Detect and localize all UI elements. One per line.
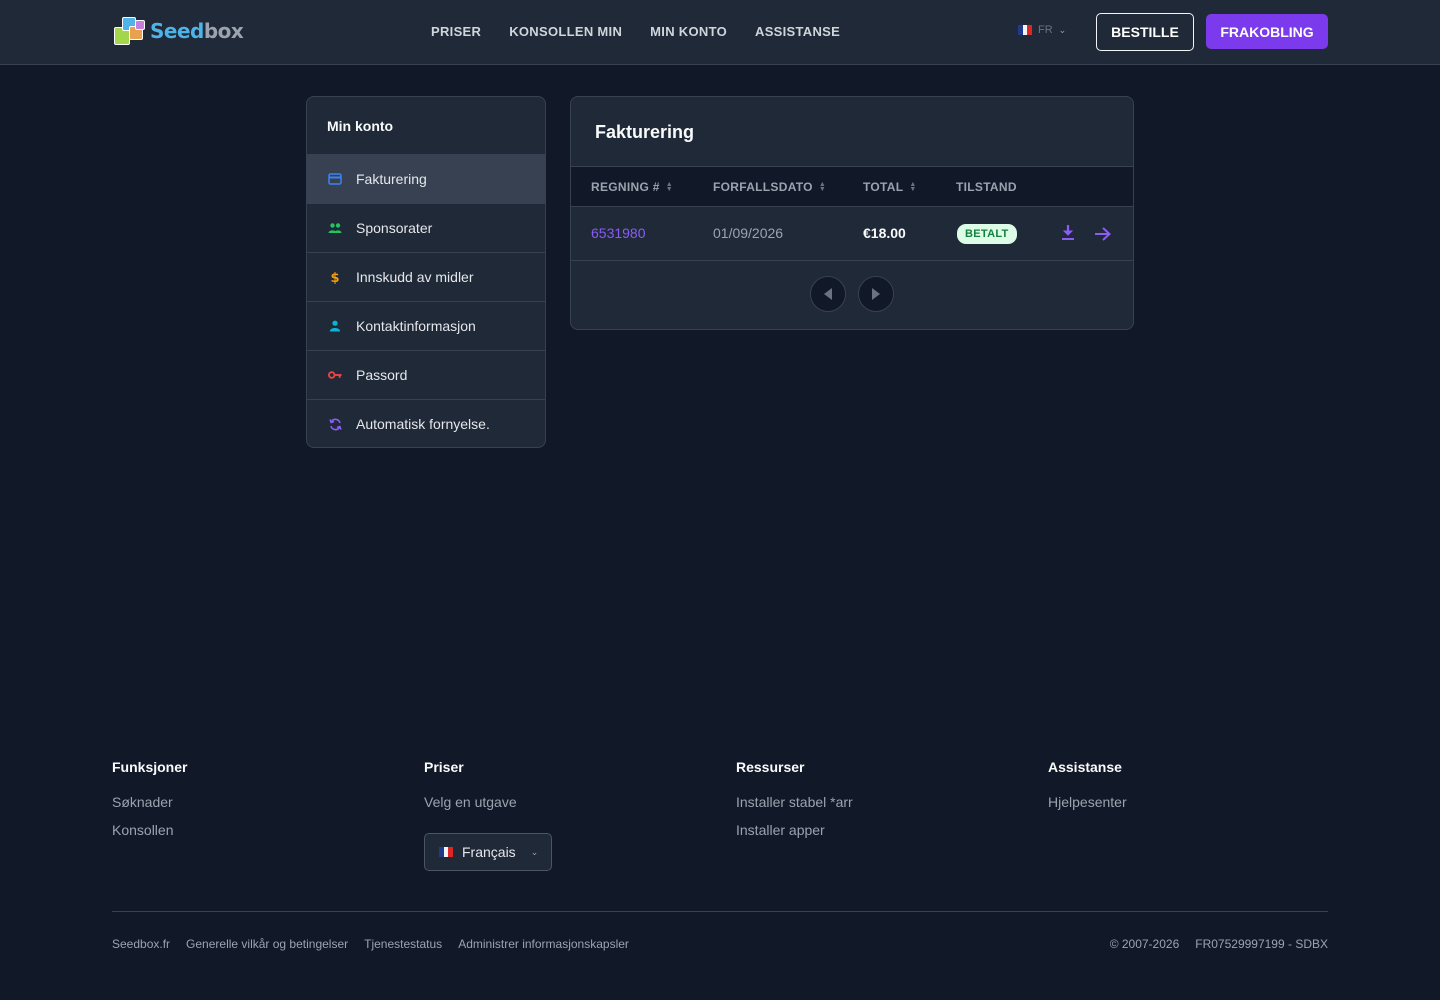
language-code: FR (1038, 24, 1053, 36)
footer-heading: Funksjoner (112, 759, 188, 775)
triangle-left-icon (824, 288, 832, 300)
download-icon[interactable] (1060, 224, 1076, 242)
main-nav: PRISER KONSOLLEN MIN MIN KONTO ASSISTANS… (431, 24, 840, 39)
footer-link-seedbox-fr[interactable]: Seedbox.fr (112, 937, 170, 951)
invoice-total: €18.00 (863, 225, 906, 241)
prev-page-button[interactable] (810, 276, 846, 312)
users-icon (328, 221, 342, 235)
account-sidebar: Min konto Fakturering Sponsorater $ Inns… (306, 96, 546, 448)
footer-divider (112, 911, 1328, 912)
logout-button[interactable]: FRAKOBLING (1206, 14, 1328, 49)
sidebar-item-contact[interactable]: Kontaktinformasjon (307, 301, 545, 350)
column-invoice-number[interactable]: REGNING # ▲ ▼ (591, 180, 673, 194)
user-icon (328, 319, 342, 333)
billing-panel: Fakturering REGNING # ▲ ▼ FORFALLSDATO ▲ ▼ T… (570, 96, 1134, 330)
footer-link-terms[interactable]: Generelle vilkår og betingelser (186, 937, 348, 951)
footer-link-status[interactable]: Tjenestestatus (364, 937, 442, 951)
column-total[interactable]: TOTAL ▲ ▼ (863, 180, 917, 194)
refresh-icon (328, 417, 342, 431)
chevron-down-icon: ⌄ (530, 846, 539, 857)
logo-wordmark: Seedbox (150, 19, 244, 43)
nav-priser[interactable]: PRISER (431, 24, 481, 39)
footer-link-install-arr[interactable]: Installer stabel *arr (736, 794, 853, 810)
table-row: 6531980 01/09/2026 €18.00 BETALT (571, 207, 1133, 261)
footer-link-help-center[interactable]: Hjelpesenter (1048, 794, 1127, 810)
language-name: Français (462, 844, 516, 860)
footer-legal: © 2007-2026 FR07529997199 - SDBX (1110, 937, 1328, 951)
footer-col-support: Assistanse Hjelpesenter (1048, 759, 1127, 822)
sidebar-item-label: Sponsorater (356, 220, 433, 236)
due-date: 01/09/2026 (713, 225, 784, 241)
sidebar-item-label: Fakturering (356, 171, 427, 187)
column-status: TILSTAND (956, 180, 1017, 194)
chevron-down-icon: ⌄ (1058, 24, 1067, 35)
footer-col-pricing: Priser Velg en utgave (424, 759, 517, 822)
france-flag-icon (1018, 25, 1033, 35)
footer-heading: Assistanse (1048, 759, 1122, 775)
seedbox-logo[interactable]: Seedbox (114, 15, 246, 47)
billing-title: Fakturering (595, 122, 695, 142)
sidebar-item-label: Innskudd av midler (356, 269, 474, 285)
sort-icon: ▲ ▼ (818, 181, 827, 193)
sort-icon: ▲ ▼ (665, 181, 673, 193)
next-page-button[interactable] (858, 276, 894, 312)
footer-bottom-links: Seedbox.fr Generelle vilkår og betingels… (112, 937, 629, 951)
sidebar-item-password[interactable]: Passord (307, 350, 545, 399)
invoice-number-link[interactable]: 6531980 (591, 225, 646, 241)
credit-card-icon (328, 172, 342, 186)
logo-mark-icon (114, 15, 148, 47)
nav-assistanse[interactable]: ASSISTANSE (755, 24, 840, 39)
key-icon (328, 368, 342, 382)
sidebar-item-sponsors[interactable]: Sponsorater (307, 203, 545, 252)
footer-link-console[interactable]: Konsollen (112, 822, 187, 838)
arrow-right-icon[interactable] (1094, 226, 1112, 242)
sidebar-item-auto-renew[interactable]: Automatisk fornyelse. (307, 399, 545, 447)
nav-min-konto[interactable]: MIN KONTO (650, 24, 727, 39)
sidebar-item-billing[interactable]: Fakturering (307, 154, 545, 203)
footer-language-select[interactable]: Français ⌄ (424, 833, 552, 871)
sidebar-item-label: Kontaktinformasjon (356, 318, 476, 334)
order-button[interactable]: BESTILLE (1096, 13, 1194, 51)
company-id: FR07529997199 - SDBX (1195, 937, 1328, 951)
footer-link-applications[interactable]: Søknader (112, 794, 187, 810)
footer-link-install-apps[interactable]: Installer apper (736, 822, 853, 838)
france-flag-icon (439, 847, 454, 857)
nav-konsollen-min[interactable]: KONSOLLEN MIN (509, 24, 622, 39)
sidebar-item-label: Automatisk fornyelse. (356, 416, 490, 432)
footer-heading: Ressurser (736, 759, 805, 775)
sidebar-item-label: Passord (356, 367, 408, 383)
column-due-date[interactable]: FORFALLSDATO ▲ ▼ (713, 180, 826, 194)
dollar-icon: $ (328, 270, 342, 284)
status-badge: BETALT (957, 224, 1017, 244)
pagination (571, 276, 1133, 312)
sidebar-title: Min konto (327, 118, 394, 134)
footer-link-cookies[interactable]: Administrer informasjonskapsler (458, 937, 629, 951)
footer-link-choose-edition[interactable]: Velg en utgave (424, 794, 517, 810)
language-switcher[interactable]: FR ⌄ (1018, 24, 1066, 36)
top-navbar: Seedbox PRISER KONSOLLEN MIN MIN KONTO A… (0, 0, 1440, 65)
invoice-table-header: REGNING # ▲ ▼ FORFALLSDATO ▲ ▼ TOTAL ▲ ▼ TILST… (571, 166, 1133, 207)
triangle-right-icon (872, 288, 880, 300)
sort-icon: ▲ ▼ (909, 181, 917, 193)
footer-heading: Priser (424, 759, 464, 775)
svg-text:$: $ (330, 271, 339, 284)
footer-col-resources: Ressurser Installer stabel *arr Installe… (736, 759, 853, 850)
footer-col-features: Funksjoner Søknader Konsollen (112, 759, 187, 850)
sidebar-item-deposit[interactable]: $ Innskudd av midler (307, 252, 545, 301)
copyright: © 2007-2026 (1109, 937, 1180, 951)
